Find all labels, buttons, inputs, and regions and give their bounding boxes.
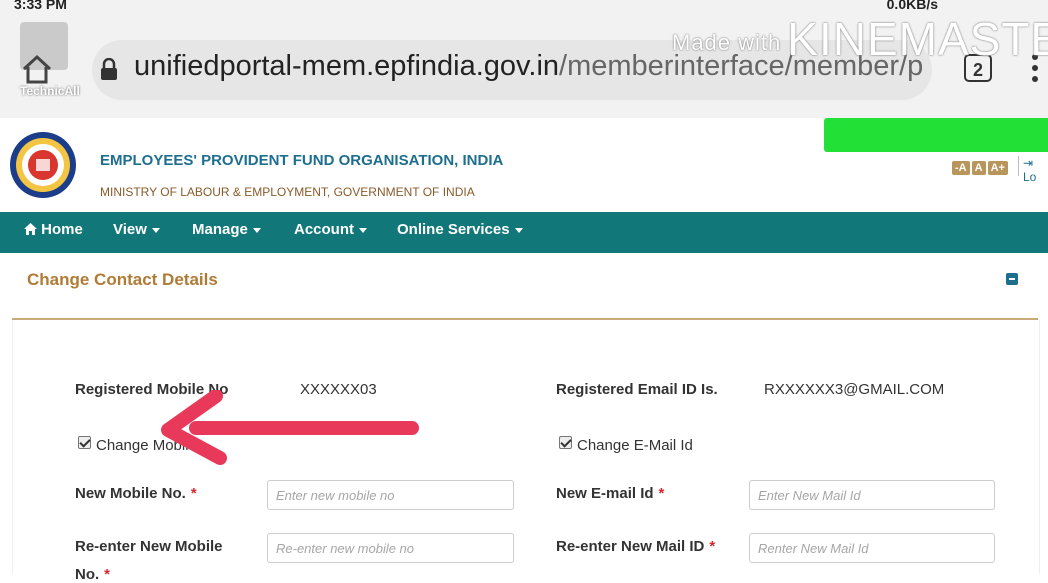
logout-link[interactable]: ⇥ Lo xyxy=(1018,156,1048,184)
green-banner xyxy=(824,118,1048,152)
chevron-down-icon xyxy=(252,227,261,233)
watermark-brand: KINEMASTER xyxy=(787,13,1048,65)
kinemaster-watermark: Made withKINEMASTER xyxy=(672,12,1048,66)
panel-header: Change Contact Details xyxy=(12,253,1038,320)
lock-icon xyxy=(101,58,117,80)
epfo-logo xyxy=(10,132,76,198)
nav-online-services[interactable]: Online Services xyxy=(397,212,523,253)
nav-home[interactable]: Home xyxy=(24,212,83,253)
url-host: unifiedportal-mem.epfindia.gov.in xyxy=(134,50,560,82)
reenter-mobile-label: Re-enter New Mobile xyxy=(75,538,223,555)
logout-label: Lo xyxy=(1023,170,1037,184)
nav-account-label: Account xyxy=(294,221,354,238)
nav-account[interactable]: Account xyxy=(294,212,367,253)
change-mobile-checkbox[interactable] xyxy=(78,436,91,449)
required-mark: * xyxy=(190,485,197,502)
font-size-controls: -A A A+ xyxy=(952,158,1010,176)
ministry-name: MINISTRY OF LABOUR & EMPLOYMENT, GOVERNM… xyxy=(100,185,475,199)
chevron-down-icon xyxy=(151,227,160,233)
nav-manage-label: Manage xyxy=(192,221,248,238)
reenter-mobile-input[interactable] xyxy=(267,533,514,563)
reenter-email-label-text: Re-enter New Mail ID xyxy=(556,538,705,555)
channel-name: TechnicAll xyxy=(20,84,80,98)
required-mark: * xyxy=(709,538,716,555)
new-email-label-text: New E-mail Id xyxy=(556,485,654,502)
font-increase-button[interactable]: A+ xyxy=(987,161,1008,175)
reenter-mobile-label-cont-text: No. xyxy=(75,566,100,583)
new-mobile-label-text: New Mobile No. xyxy=(75,485,186,502)
change-email-checkbox[interactable] xyxy=(559,436,572,449)
nav-view[interactable]: View xyxy=(113,212,160,253)
new-mobile-input[interactable] xyxy=(267,480,514,510)
org-name: EMPLOYEES' PROVIDENT FUND ORGANISATION, … xyxy=(100,152,504,169)
reenter-mobile-label-cont: No. * xyxy=(75,566,110,583)
reenter-email-label: Re-enter New Mail ID * xyxy=(556,538,715,555)
nav-view-label: View xyxy=(113,221,147,238)
browser-toolbar: TechnicAll unifiedportal-mem.epfindia.go… xyxy=(0,12,1048,119)
main-nav: Home View Manage Account Online Services xyxy=(0,212,1048,253)
status-net-speed: 0.0KB/s xyxy=(886,0,938,12)
home-nav-icon xyxy=(24,223,37,235)
required-mark: * xyxy=(104,566,111,583)
reenter-email-input[interactable] xyxy=(749,533,995,563)
font-normal-button[interactable]: A xyxy=(971,161,986,175)
home-icon[interactable] xyxy=(20,52,54,86)
nav-online-services-label: Online Services xyxy=(397,221,510,238)
annotation-arrow-icon xyxy=(161,390,419,465)
chevron-down-icon xyxy=(514,227,523,233)
registered-email-label: Registered Email ID Is. xyxy=(556,381,718,398)
watermark-made-with: Made with xyxy=(672,29,782,55)
site-header: EMPLOYEES' PROVIDENT FUND ORGANISATION, … xyxy=(0,118,1048,212)
nav-manage[interactable]: Manage xyxy=(192,212,261,253)
status-time: 3:33 PM xyxy=(14,0,67,12)
new-email-label: New E-mail Id * xyxy=(556,485,664,502)
nav-home-label: Home xyxy=(41,221,83,238)
registered-email-value: RXXXXXX3@GMAIL.COM xyxy=(764,381,945,398)
new-mobile-label: New Mobile No. * xyxy=(75,485,197,502)
change-email-label: Change E-Mail Id xyxy=(577,437,693,454)
required-mark: * xyxy=(658,485,665,502)
font-decrease-button[interactable]: -A xyxy=(952,161,970,175)
new-email-input[interactable] xyxy=(749,480,995,510)
chevron-down-icon xyxy=(359,227,367,233)
collapse-icon[interactable] xyxy=(1006,273,1018,285)
panel-title: Change Contact Details xyxy=(27,270,218,289)
